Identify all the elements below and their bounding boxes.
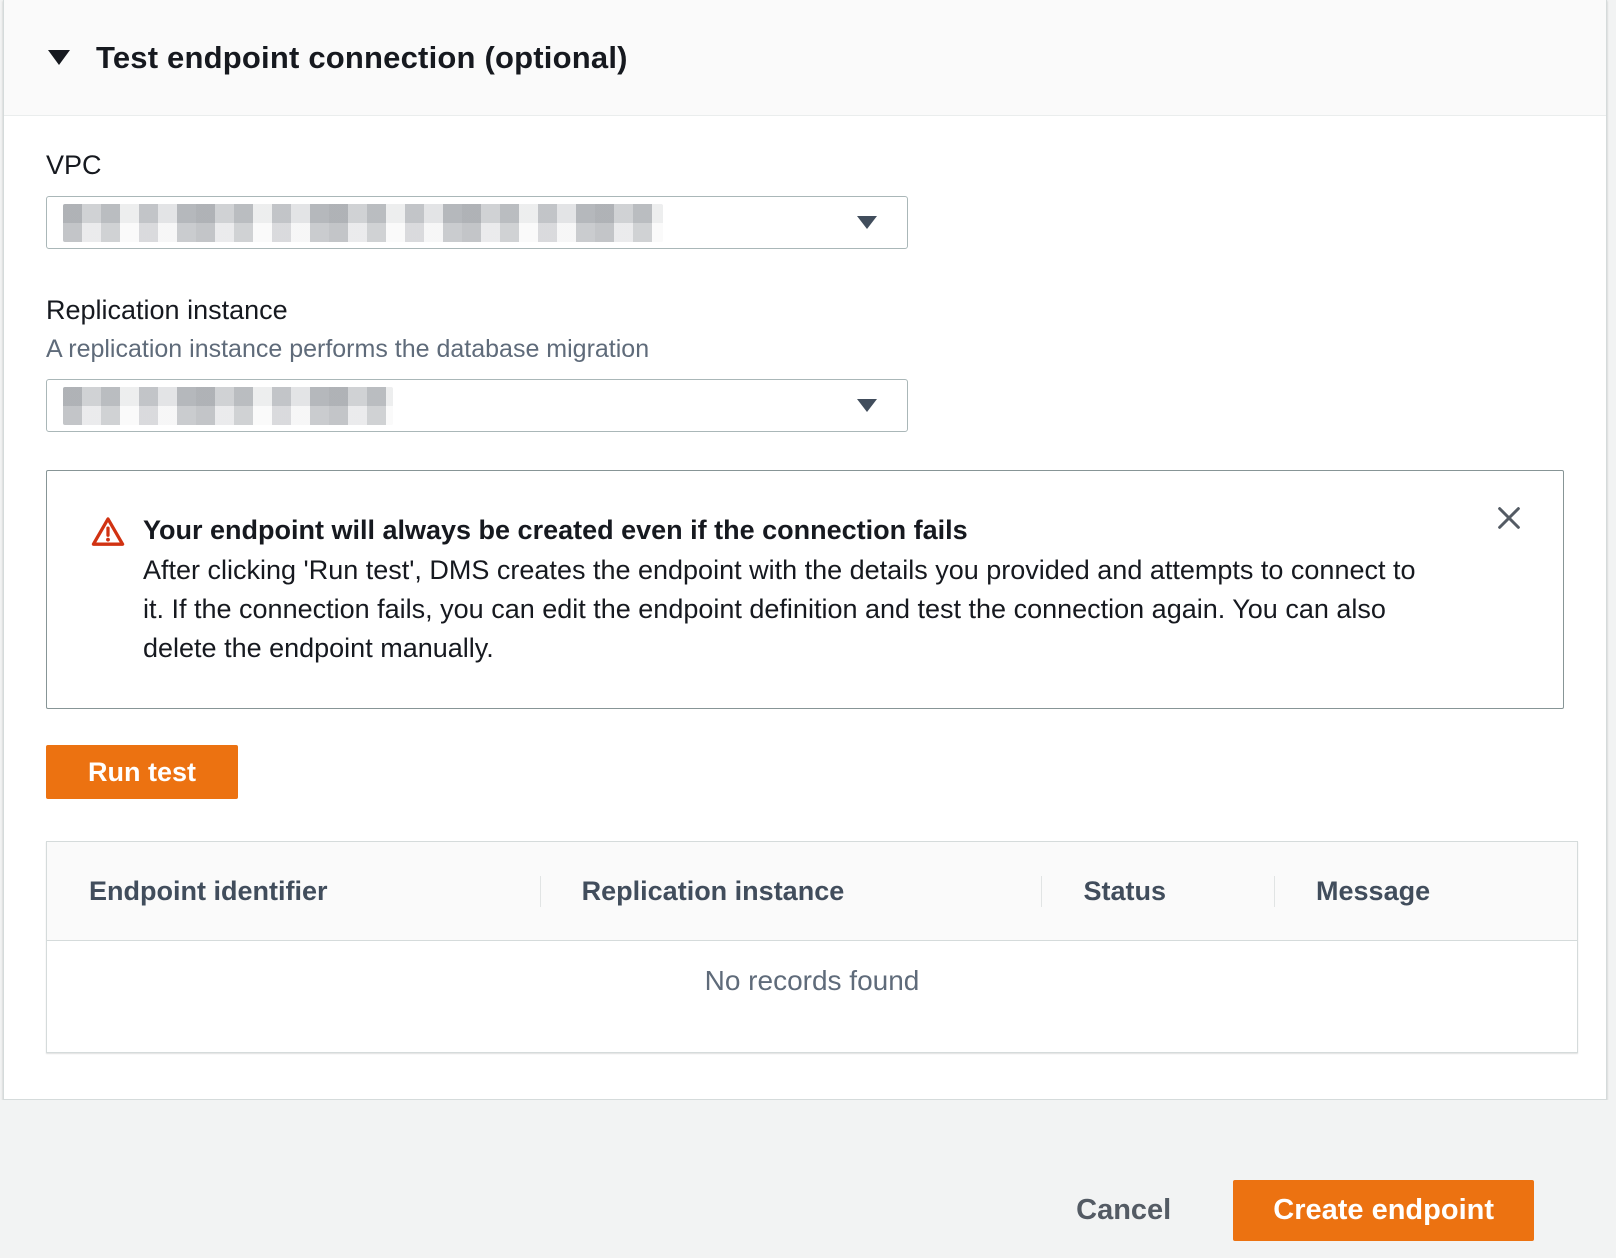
caret-down-icon [857,399,877,412]
empty-state-message: No records found [705,965,920,996]
vpc-field-group: VPC [46,150,1564,249]
section-header[interactable]: Test endpoint connection (optional) [4,0,1606,116]
cancel-button[interactable]: Cancel [1076,1194,1171,1227]
warning-body: After clicking 'Run test', DMS creates t… [143,551,1443,668]
replication-instance-description: A replication instance performs the data… [46,335,1564,364]
test-endpoint-connection-panel: Test endpoint connection (optional) VPC … [3,0,1607,1100]
caret-down-icon [857,216,877,229]
create-endpoint-button[interactable]: Create endpoint [1233,1180,1534,1241]
warning-dismiss-button[interactable] [1491,501,1527,537]
warning-title: Your endpoint will always be created eve… [143,511,1443,550]
column-header-replication-instance: Replication instance [540,876,1042,907]
close-icon [1494,503,1524,536]
vpc-label: VPC [46,150,1564,181]
replication-instance-select[interactable] [46,379,908,432]
vpc-select[interactable] [46,196,908,249]
table-header-row: Endpoint identifier Replication instance… [47,842,1577,941]
warning-alert: Your endpoint will always be created eve… [46,470,1564,709]
footer-action-bar: Cancel Create endpoint [0,1100,1616,1258]
column-header-status: Status [1041,876,1274,907]
vpc-redacted-value [63,204,663,242]
column-header-message: Message [1274,876,1577,907]
run-test-button[interactable]: Run test [46,745,238,799]
replication-instance-label: Replication instance [46,295,1564,326]
section-body: VPC Replication instance A replication i… [4,116,1606,1053]
replication-instance-redacted-value [63,387,393,425]
triangle-down-icon [48,50,70,65]
connection-results-table: Endpoint identifier Replication instance… [46,841,1578,1053]
column-header-endpoint-identifier: Endpoint identifier [47,876,540,907]
warning-text-block: Your endpoint will always be created eve… [143,511,1443,668]
replication-instance-field-group: Replication instance A replication insta… [46,295,1564,432]
table-body: No records found [47,941,1577,1052]
warning-triangle-icon [91,515,125,554]
section-title: Test endpoint connection (optional) [96,40,628,76]
